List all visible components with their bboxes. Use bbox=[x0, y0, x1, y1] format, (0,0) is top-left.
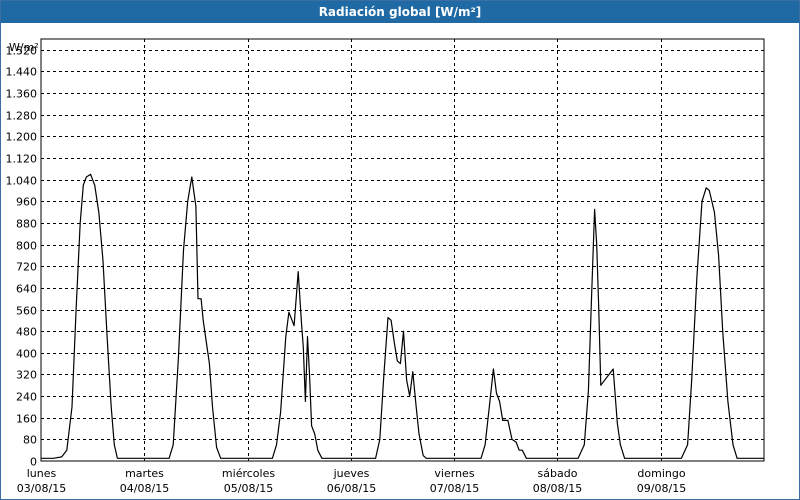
y-tick-label: 1.040 bbox=[6, 175, 38, 188]
y-tick-label: 160 bbox=[16, 413, 37, 426]
y-tick-label: 320 bbox=[16, 369, 37, 382]
x-tick-day: domingo bbox=[637, 467, 685, 480]
x-tick-day: jueves bbox=[333, 467, 370, 480]
x-tick-day: sábado bbox=[538, 467, 578, 480]
chart-window: Radiación global [W/m²] W/m² 0 80 160 240 32… bbox=[0, 0, 800, 500]
x-tick-date: 03/08/15 bbox=[17, 482, 66, 495]
x-tick-date: 06/08/15 bbox=[327, 482, 376, 495]
chart-title: Radiación global [W/m²] bbox=[1, 1, 799, 23]
y-tick-label: 720 bbox=[16, 261, 37, 274]
y-tick-label: 400 bbox=[16, 348, 37, 361]
x-tick-day: lunes bbox=[27, 467, 57, 480]
x-tick-date: 08/08/15 bbox=[533, 482, 582, 495]
y-tick-label: 80 bbox=[23, 434, 37, 447]
y-tick-labels: 0801602403204004805606407208008809601.04… bbox=[6, 45, 38, 469]
x-tick-date: 07/08/15 bbox=[430, 482, 479, 495]
y-tick-label: 1.120 bbox=[6, 153, 38, 166]
chart-canvas: W/m² 08016024032040048056064072080088096… bbox=[6, 38, 765, 495]
y-tick-label: 800 bbox=[16, 240, 37, 253]
y-tick-label: 1.440 bbox=[6, 66, 38, 79]
y-tick-label: 880 bbox=[16, 218, 37, 231]
x-tick-day: martes bbox=[125, 467, 164, 480]
x-tick-day: viernes bbox=[434, 467, 474, 480]
x-tick-date: 04/08/15 bbox=[120, 482, 169, 495]
y-tick-label: 960 bbox=[16, 196, 37, 209]
y-tick-label: 1.360 bbox=[6, 88, 38, 101]
x-tick-day: miércoles bbox=[222, 467, 275, 480]
x-tick-date: 05/08/15 bbox=[224, 482, 273, 495]
y-tick-label: 560 bbox=[16, 305, 37, 318]
x-tick-date: 09/08/15 bbox=[637, 482, 686, 495]
x-tick-labels: lunes 03/08/15 martes 04/08/15 miércoles 05/0… bbox=[17, 467, 686, 495]
y-tick-label: 640 bbox=[16, 283, 37, 296]
y-tick-label: 480 bbox=[16, 326, 37, 339]
y-tick-label: 240 bbox=[16, 391, 37, 404]
plot-area bbox=[40, 38, 765, 462]
y-tick-label: 1.200 bbox=[6, 131, 38, 144]
y-tick-label: 1.280 bbox=[6, 110, 38, 123]
y-tick-label: 1.520 bbox=[6, 45, 38, 58]
